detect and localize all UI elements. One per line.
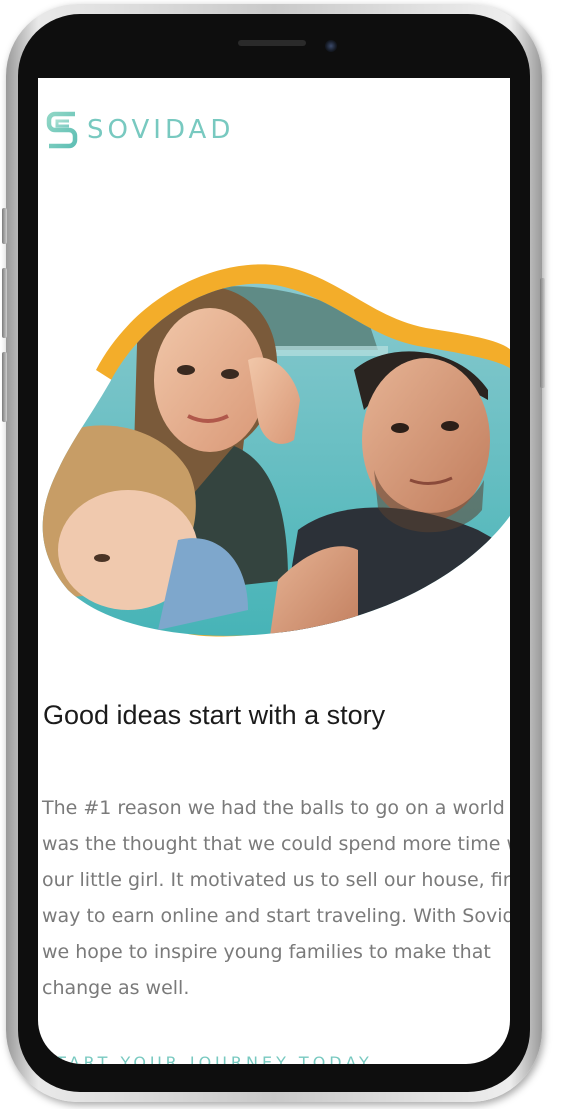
mute-switch	[2, 208, 7, 244]
story-paragraph: The #1 reason we had the balls to go on …	[42, 790, 510, 1006]
story-line: change as well.	[42, 977, 190, 999]
phone-screen: SOVIDAD Good ideas start with a story Th…	[38, 78, 510, 1064]
hero-photo-blob	[42, 264, 510, 637]
volume-down-button	[2, 352, 7, 422]
story-line: The #1 reason we had the balls to go on …	[42, 797, 510, 819]
story-line: we hope to inspire young families to mak…	[42, 941, 491, 963]
section-headline: Good ideas start with a story	[43, 700, 386, 730]
story-line: way to earn online and start traveling. …	[42, 905, 510, 927]
volume-up-button	[2, 268, 7, 338]
power-button	[540, 278, 545, 388]
story-line: was the thought that we could spend more…	[42, 833, 510, 855]
speaker-grille	[238, 40, 306, 46]
s-monogram-icon	[46, 111, 78, 149]
brand-name: SOVIDAD	[87, 115, 235, 145]
start-journey-link[interactable]: START YOUR JOURNEY TODAY	[42, 1053, 373, 1064]
brand-logo[interactable]: SOVIDAD	[45, 108, 234, 152]
front-camera-icon	[325, 40, 337, 52]
story-line: our little girl. It motivated us to sell…	[42, 869, 510, 891]
